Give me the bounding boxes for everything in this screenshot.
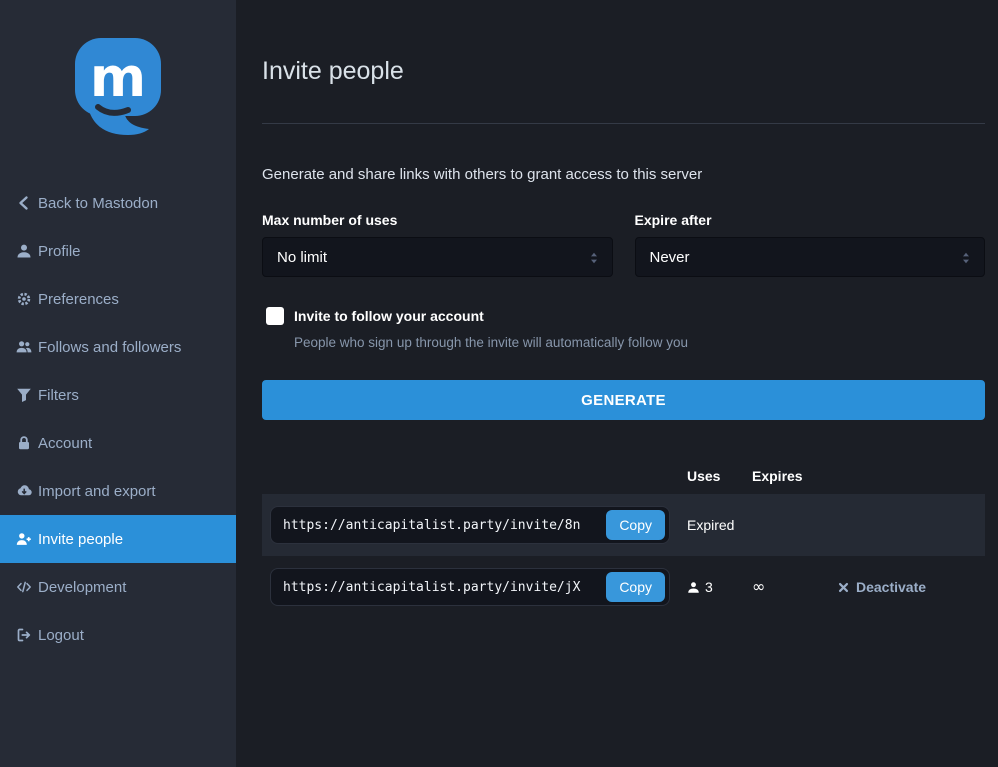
invite-expires-value: ∞ — [752, 577, 765, 596]
invite-follow-checkbox[interactable] — [266, 307, 284, 325]
max-uses-label: Max number of uses — [262, 212, 613, 228]
deactivate-label: Deactivate — [856, 579, 926, 595]
invite-url-input[interactable] — [271, 518, 606, 533]
filter-icon — [15, 387, 32, 404]
sidebar-item-label: Preferences — [38, 291, 119, 308]
users-icon — [15, 339, 32, 356]
expires-column-header: Expires — [744, 468, 830, 484]
sidebar-item-profile[interactable]: Profile — [0, 227, 236, 275]
expire-after-label: Expire after — [635, 212, 986, 228]
invite-url-group: Copy — [270, 506, 670, 544]
generate-button[interactable]: GENERATE — [262, 380, 985, 420]
deactivate-link[interactable]: Deactivate — [838, 579, 926, 595]
svg-text:m: m — [90, 46, 146, 109]
sidebar-item-label: Account — [38, 435, 92, 452]
sidebar-item-import-and-export[interactable]: Import and export — [0, 467, 236, 515]
invite-follow-label[interactable]: Invite to follow your account — [294, 308, 484, 324]
user-icon — [687, 581, 700, 594]
invites-table-header: Uses Expires — [262, 468, 985, 494]
sidebar-item-follows-and-followers[interactable]: Follows and followers — [0, 323, 236, 371]
user-plus-icon — [15, 531, 32, 548]
user-icon — [15, 243, 32, 260]
sidebar-nav: Back to Mastodon Profile Preferences Fol… — [0, 179, 236, 659]
invite-follow-hint: People who sign up through the invite wi… — [294, 335, 985, 350]
invite-uses-count: 3 — [705, 579, 713, 595]
x-icon — [838, 582, 849, 593]
sidebar-item-label: Profile — [38, 243, 81, 260]
sidebar-item-label: Invite people — [38, 531, 123, 548]
sidebar-item-account[interactable]: Account — [0, 419, 236, 467]
main-content: Invite people Generate and share links w… — [236, 0, 998, 767]
expire-after-select[interactable]: Never — [635, 237, 986, 277]
cloud-download-icon — [15, 483, 32, 500]
copy-button[interactable]: Copy — [606, 572, 665, 602]
max-uses-selected-value: No limit — [277, 249, 327, 266]
sidebar-item-label: Back to Mastodon — [38, 195, 158, 212]
sidebar-item-development[interactable]: Development — [0, 563, 236, 611]
invite-row: Copy 3 ∞ Deactivate — [262, 556, 985, 618]
page-title: Invite people — [262, 56, 985, 86]
sidebar-item-label: Filters — [38, 387, 79, 404]
unfold-arrows-icon — [958, 250, 974, 266]
invite-row: Copy Expired — [262, 494, 985, 556]
sidebar-item-label: Follows and followers — [38, 339, 181, 356]
chevron-left-icon — [15, 195, 32, 212]
invite-follow-row: Invite to follow your account — [266, 307, 985, 325]
gear-icon — [15, 291, 32, 308]
sidebar-item-logout[interactable]: Logout — [0, 611, 236, 659]
unfold-arrows-icon — [586, 250, 602, 266]
sidebar-item-label: Development — [38, 579, 126, 596]
invite-url-input[interactable] — [271, 580, 606, 595]
divider — [262, 123, 985, 124]
lock-icon — [15, 435, 32, 452]
sidebar-item-back-to-mastodon[interactable]: Back to Mastodon — [0, 179, 236, 227]
copy-button[interactable]: Copy — [606, 510, 665, 540]
sidebar-item-preferences[interactable]: Preferences — [0, 275, 236, 323]
intro-text: Generate and share links with others to … — [262, 166, 985, 183]
code-icon — [15, 579, 32, 596]
sidebar: m Back to Mastodon Profile Preferences — [0, 0, 236, 767]
sidebar-item-invite-people[interactable]: Invite people — [0, 515, 236, 563]
uses-column-header: Uses — [679, 468, 744, 484]
sidebar-item-label: Logout — [38, 627, 84, 644]
invite-form: Max number of uses No limit Expire after… — [262, 212, 985, 277]
sidebar-item-label: Import and export — [38, 483, 156, 500]
max-uses-select[interactable]: No limit — [262, 237, 613, 277]
invites-table: Uses Expires Copy Expired Cop — [262, 468, 985, 618]
mastodon-logo-icon: m — [68, 38, 168, 138]
invite-url-group: Copy — [270, 568, 670, 606]
invite-status: Expired — [687, 517, 734, 533]
expire-after-selected-value: Never — [650, 249, 690, 266]
mastodon-logo[interactable]: m — [68, 38, 168, 138]
sidebar-item-filters[interactable]: Filters — [0, 371, 236, 419]
sign-out-icon — [15, 627, 32, 644]
